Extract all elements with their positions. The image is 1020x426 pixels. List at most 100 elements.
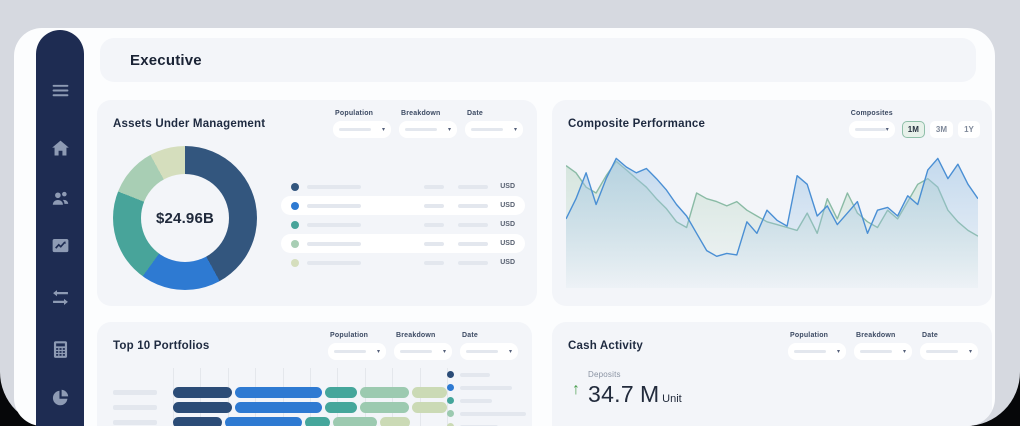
date-filter-label: Date xyxy=(462,332,518,339)
top10-legend-row xyxy=(447,407,526,420)
legend-label-skeleton xyxy=(307,242,361,246)
breakdown-filter-label: Breakdown xyxy=(856,332,912,339)
chevron-down-icon: ▾ xyxy=(443,349,446,355)
legend-label-skeleton xyxy=(460,386,512,390)
legend-label-skeleton xyxy=(307,261,361,265)
breakdown-filter: Breakdown ▾ xyxy=(394,332,452,360)
top10-legend xyxy=(447,368,526,426)
legend-dot xyxy=(447,371,454,378)
population-filter-label: Population xyxy=(790,332,846,339)
performance-icon[interactable] xyxy=(49,234,71,256)
legend-value-skeleton xyxy=(458,242,488,246)
date-filter: Date ▾ xyxy=(460,332,518,360)
population-filter: Population ▾ xyxy=(328,332,386,360)
aum-donut-chart: $24.96B xyxy=(113,146,257,290)
chevron-down-icon: ▾ xyxy=(382,127,385,133)
up-arrow-icon: ↑ xyxy=(572,382,580,398)
home-icon[interactable] xyxy=(49,137,71,159)
composites-filter-label: Composites xyxy=(851,110,895,117)
aum-card-title: Assets Under Management xyxy=(113,118,265,130)
aum-legend-row: USD xyxy=(281,234,525,253)
date-select[interactable]: ▾ xyxy=(460,343,518,360)
chevron-down-icon: ▾ xyxy=(886,127,889,133)
chevron-down-icon: ▾ xyxy=(377,349,380,355)
transactions-icon[interactable] xyxy=(49,286,71,308)
aum-donut-hole: $24.96B xyxy=(141,174,229,262)
allocation-icon[interactable] xyxy=(49,386,71,408)
breakdown-select[interactable]: ▾ xyxy=(394,343,452,360)
population-select[interactable]: ▾ xyxy=(333,121,391,138)
population-select[interactable]: ▾ xyxy=(788,343,846,360)
breakdown-select[interactable]: ▾ xyxy=(399,121,457,138)
sidebar xyxy=(36,30,84,426)
calculator-icon[interactable] xyxy=(49,338,71,360)
date-filter-label: Date xyxy=(467,110,523,117)
clients-icon[interactable] xyxy=(49,187,71,209)
population-select[interactable]: ▾ xyxy=(328,343,386,360)
legend-dot xyxy=(291,221,299,229)
population-filter: Population ▾ xyxy=(788,332,846,360)
select-placeholder xyxy=(400,350,432,353)
bar-segment xyxy=(173,387,232,398)
legend-value-skeleton xyxy=(458,223,488,227)
menu-icon[interactable] xyxy=(49,79,71,101)
aum-legend: USDUSDUSDUSDUSD xyxy=(281,177,525,272)
range-1y-button[interactable]: 1Y xyxy=(958,121,980,138)
chevron-down-icon: ▾ xyxy=(903,349,906,355)
range-3m-button[interactable]: 3M xyxy=(930,121,953,138)
select-placeholder xyxy=(860,350,892,353)
bar-segment xyxy=(360,402,409,413)
select-placeholder xyxy=(794,350,826,353)
portfolio-label-skeleton xyxy=(113,405,157,410)
bar-segment xyxy=(225,417,302,426)
composites-select[interactable]: ▾ xyxy=(849,121,895,138)
top10-legend-row xyxy=(447,368,526,381)
page-title: Executive xyxy=(100,52,202,69)
range-button-group: 1M 3M 1Y xyxy=(902,121,980,138)
bar-segment xyxy=(360,387,409,398)
date-select[interactable]: ▾ xyxy=(920,343,978,360)
chevron-down-icon: ▾ xyxy=(837,349,840,355)
legend-label-skeleton xyxy=(307,185,361,189)
currency-label: USD xyxy=(500,240,515,247)
select-placeholder xyxy=(855,128,886,131)
bar-segment xyxy=(333,417,377,426)
aum-total-value: $24.96B xyxy=(156,210,214,227)
population-filter: Population ▾ xyxy=(333,110,391,138)
bar-segment xyxy=(305,417,330,426)
legend-dot xyxy=(447,397,454,404)
deposits-unit: Unit xyxy=(662,393,682,405)
legend-value-skeleton xyxy=(424,242,444,246)
currency-label: USD xyxy=(500,221,515,228)
bar-segment xyxy=(235,387,321,398)
legend-label-skeleton xyxy=(307,204,361,208)
bar-segment xyxy=(380,417,410,426)
select-placeholder xyxy=(926,350,958,353)
chevron-down-icon: ▾ xyxy=(448,127,451,133)
breakdown-select[interactable]: ▾ xyxy=(854,343,912,360)
currency-label: USD xyxy=(500,183,515,190)
composite-card-title: Composite Performance xyxy=(568,118,705,130)
select-placeholder xyxy=(339,128,371,131)
breakdown-filter: Breakdown ▾ xyxy=(399,110,457,138)
date-filter: Date ▾ xyxy=(465,110,523,138)
legend-value-skeleton xyxy=(458,204,488,208)
range-1m-button[interactable]: 1M xyxy=(902,121,925,138)
date-select[interactable]: ▾ xyxy=(465,121,523,138)
portfolio-bar-row xyxy=(113,417,447,426)
deposits-number: 34.7 xyxy=(588,381,634,408)
bar-segment xyxy=(412,402,447,413)
portfolio-bar-row xyxy=(113,387,447,398)
select-placeholder xyxy=(334,350,366,353)
cash-card-title: Cash Activity xyxy=(568,340,643,352)
portfolio-label-skeleton xyxy=(113,420,157,425)
legend-dot xyxy=(291,259,299,267)
date-filter: Date ▾ xyxy=(920,332,978,360)
chevron-down-icon: ▾ xyxy=(969,349,972,355)
legend-value-skeleton xyxy=(458,261,488,265)
legend-label-skeleton xyxy=(460,399,492,403)
bar-segment xyxy=(173,417,222,426)
top10-bar-rows xyxy=(113,387,447,426)
legend-value-skeleton xyxy=(424,261,444,265)
bar-segment xyxy=(325,387,357,398)
